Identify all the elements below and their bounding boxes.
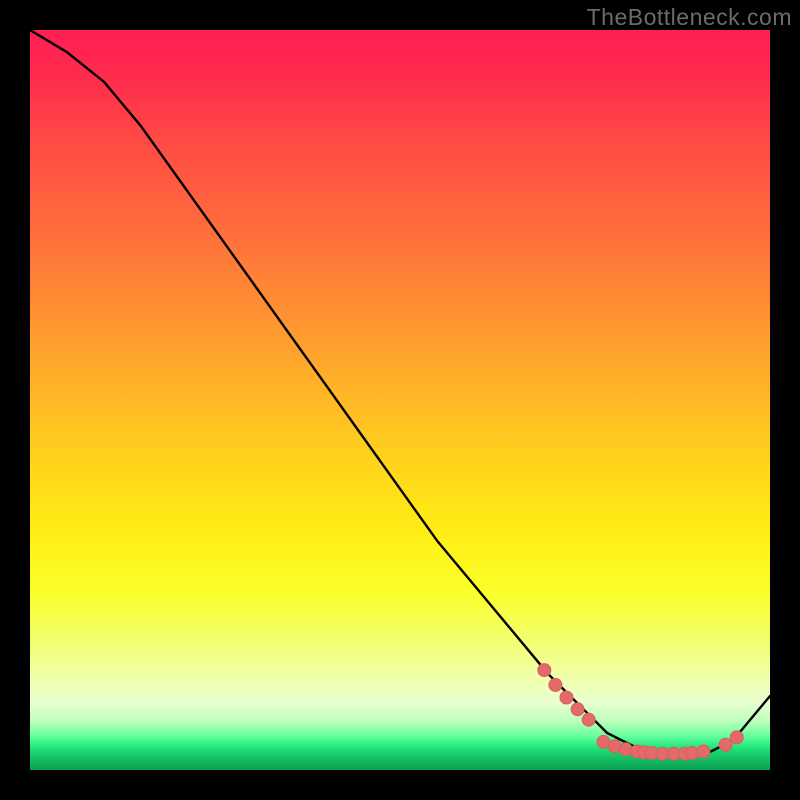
curve-marker bbox=[538, 664, 551, 677]
chart-frame: TheBottleneck.com bbox=[0, 0, 800, 800]
curve-marker bbox=[582, 713, 595, 726]
watermark-text: TheBottleneck.com bbox=[587, 4, 792, 31]
curve-marker bbox=[730, 731, 743, 744]
plot-area bbox=[30, 30, 770, 770]
curve-markers bbox=[538, 664, 743, 761]
curve-marker bbox=[560, 691, 573, 704]
bottleneck-curve bbox=[30, 30, 770, 754]
curve-marker bbox=[571, 703, 584, 716]
curve-marker bbox=[697, 745, 710, 758]
chart-svg bbox=[30, 30, 770, 770]
curve-marker bbox=[719, 738, 732, 751]
curve-marker bbox=[549, 678, 562, 691]
